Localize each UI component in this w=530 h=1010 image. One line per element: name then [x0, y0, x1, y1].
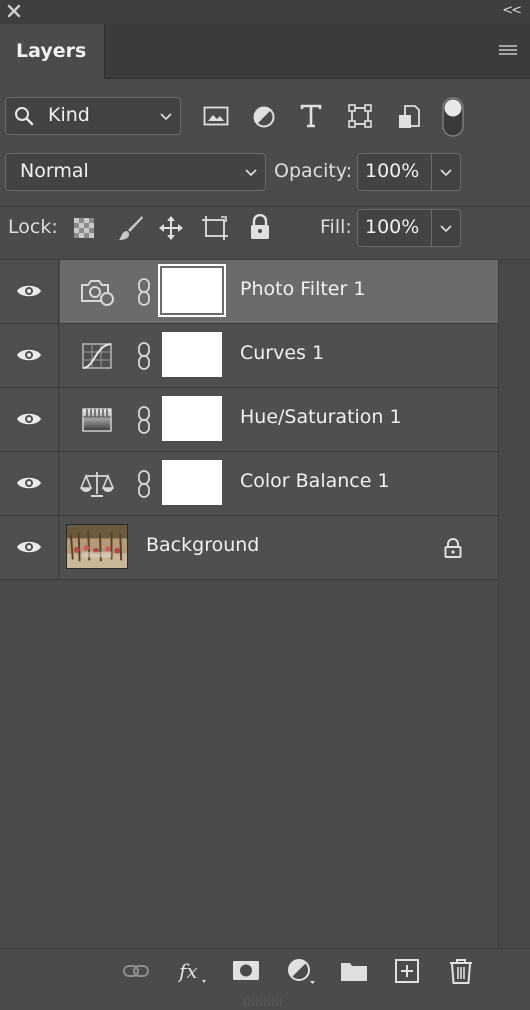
filter-toggle-switch[interactable] — [442, 97, 464, 137]
layer-row-color-balance[interactable]: Color Balance 1 — [0, 452, 498, 516]
color-balance-icon — [80, 472, 114, 497]
eye-icon[interactable] — [16, 347, 42, 363]
chevron-down-icon[interactable] — [440, 169, 452, 177]
mask-link-icon[interactable] — [137, 277, 151, 307]
panel-top-strip — [0, 0, 530, 24]
collapse-panel-button[interactable]: << — [502, 3, 522, 18]
svg-text:fx: fx — [178, 959, 198, 983]
type-filter-icon[interactable] — [300, 104, 322, 128]
background-image-thumbnail[interactable] — [66, 524, 128, 569]
layer-name[interactable]: Photo Filter 1 — [240, 278, 365, 300]
shape-filter-icon[interactable] — [348, 104, 372, 128]
layer-name[interactable]: Background — [146, 534, 259, 556]
curves-icon — [82, 343, 112, 369]
new-layer-icon[interactable] — [393, 958, 421, 984]
eye-icon[interactable] — [16, 475, 42, 491]
fill-label: Fill: — [320, 216, 352, 238]
search-icon — [15, 107, 34, 126]
eye-icon[interactable] — [16, 283, 42, 299]
opacity-label: Opacity: — [274, 160, 353, 182]
scrollbar[interactable] — [498, 260, 530, 950]
divider — [0, 206, 530, 207]
chevron-down-icon — [245, 169, 257, 177]
mask-link-icon[interactable] — [137, 469, 151, 499]
lock-artboard-icon[interactable] — [201, 214, 229, 242]
new-adjustment-icon[interactable] — [287, 958, 315, 984]
lock-image-pixels-icon[interactable] — [116, 214, 144, 242]
mask-link-icon[interactable] — [137, 341, 151, 371]
photo-filter-icon — [81, 280, 114, 306]
add-mask-icon[interactable] — [232, 958, 260, 984]
smart-object-filter-icon[interactable] — [397, 104, 421, 130]
layer-row-curves[interactable]: Curves 1 — [0, 324, 498, 388]
panel-menu-icon[interactable] — [498, 44, 518, 58]
close-icon[interactable] — [6, 3, 22, 19]
mask-link-icon[interactable] — [137, 405, 151, 435]
layer-mask-thumbnail[interactable] — [162, 332, 222, 377]
lock-label: Lock: — [8, 216, 58, 238]
hue-saturation-icon — [82, 408, 112, 432]
divider — [431, 210, 432, 246]
layers-list: Photo Filter 1 Curves 1 Hue/Saturation 1… — [0, 260, 498, 582]
layer-mask-thumbnail[interactable] — [158, 264, 226, 317]
layer-name[interactable]: Curves 1 — [240, 342, 324, 364]
fill-value: 100% — [365, 216, 420, 238]
adjustment-filter-icon[interactable] — [252, 105, 276, 129]
layer-mask-thumbnail[interactable] — [162, 396, 222, 441]
eye-icon[interactable] — [16, 411, 42, 427]
layer-mask-thumbnail[interactable] — [162, 460, 222, 505]
resize-grip[interactable] — [243, 998, 283, 1006]
lock-icon[interactable] — [443, 538, 463, 558]
chevron-down-icon[interactable] — [440, 225, 452, 233]
opacity-value: 100% — [365, 160, 420, 182]
delete-icon[interactable] — [447, 958, 475, 984]
chevron-down-icon — [160, 113, 172, 121]
image-filter-icon[interactable] — [203, 105, 229, 127]
eye-icon[interactable] — [16, 539, 42, 555]
lock-all-icon[interactable] — [249, 214, 271, 240]
lock-position-icon[interactable] — [158, 215, 184, 241]
fx-icon[interactable]: fx — [178, 958, 206, 984]
layer-name[interactable]: Hue/Saturation 1 — [240, 406, 402, 428]
link-layers-icon[interactable] — [122, 958, 150, 984]
layer-name[interactable]: Color Balance 1 — [240, 470, 390, 492]
divider — [431, 154, 432, 190]
layer-row-photo-filter[interactable]: Photo Filter 1 — [0, 260, 498, 324]
tab-layers-label: Layers — [16, 40, 87, 62]
layer-row-hue-saturation[interactable]: Hue/Saturation 1 — [0, 388, 498, 452]
blend-mode-value: Normal — [20, 160, 89, 182]
layer-row-background[interactable]: Background — [0, 516, 498, 580]
lock-transparent-pixels-icon[interactable] — [73, 217, 95, 239]
new-group-icon[interactable] — [340, 958, 368, 984]
filter-kind-label: Kind — [48, 104, 90, 126]
